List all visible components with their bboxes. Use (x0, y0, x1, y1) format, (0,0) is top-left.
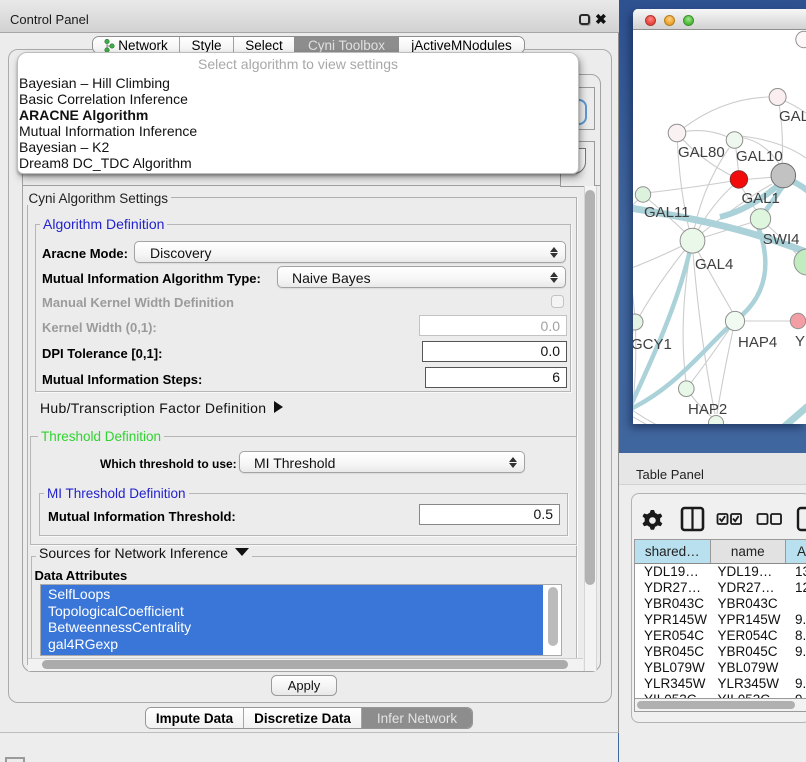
svg-text:HAP4: HAP4 (738, 334, 777, 351)
svg-text:GCY1: GCY1 (633, 336, 672, 353)
svg-text:GAL1: GAL1 (742, 190, 780, 207)
svg-text:GAL2: GAL2 (779, 108, 806, 125)
svg-text:SWI4: SWI4 (763, 231, 800, 248)
svg-text:HAP2: HAP2 (688, 401, 727, 418)
svg-text:GAL10: GAL10 (736, 148, 783, 165)
svg-text:GAL4: GAL4 (695, 256, 733, 273)
svg-text:GAL80: GAL80 (678, 144, 725, 161)
svg-text:YI: YI (795, 333, 806, 350)
svg-text:GAL11: GAL11 (644, 204, 690, 221)
